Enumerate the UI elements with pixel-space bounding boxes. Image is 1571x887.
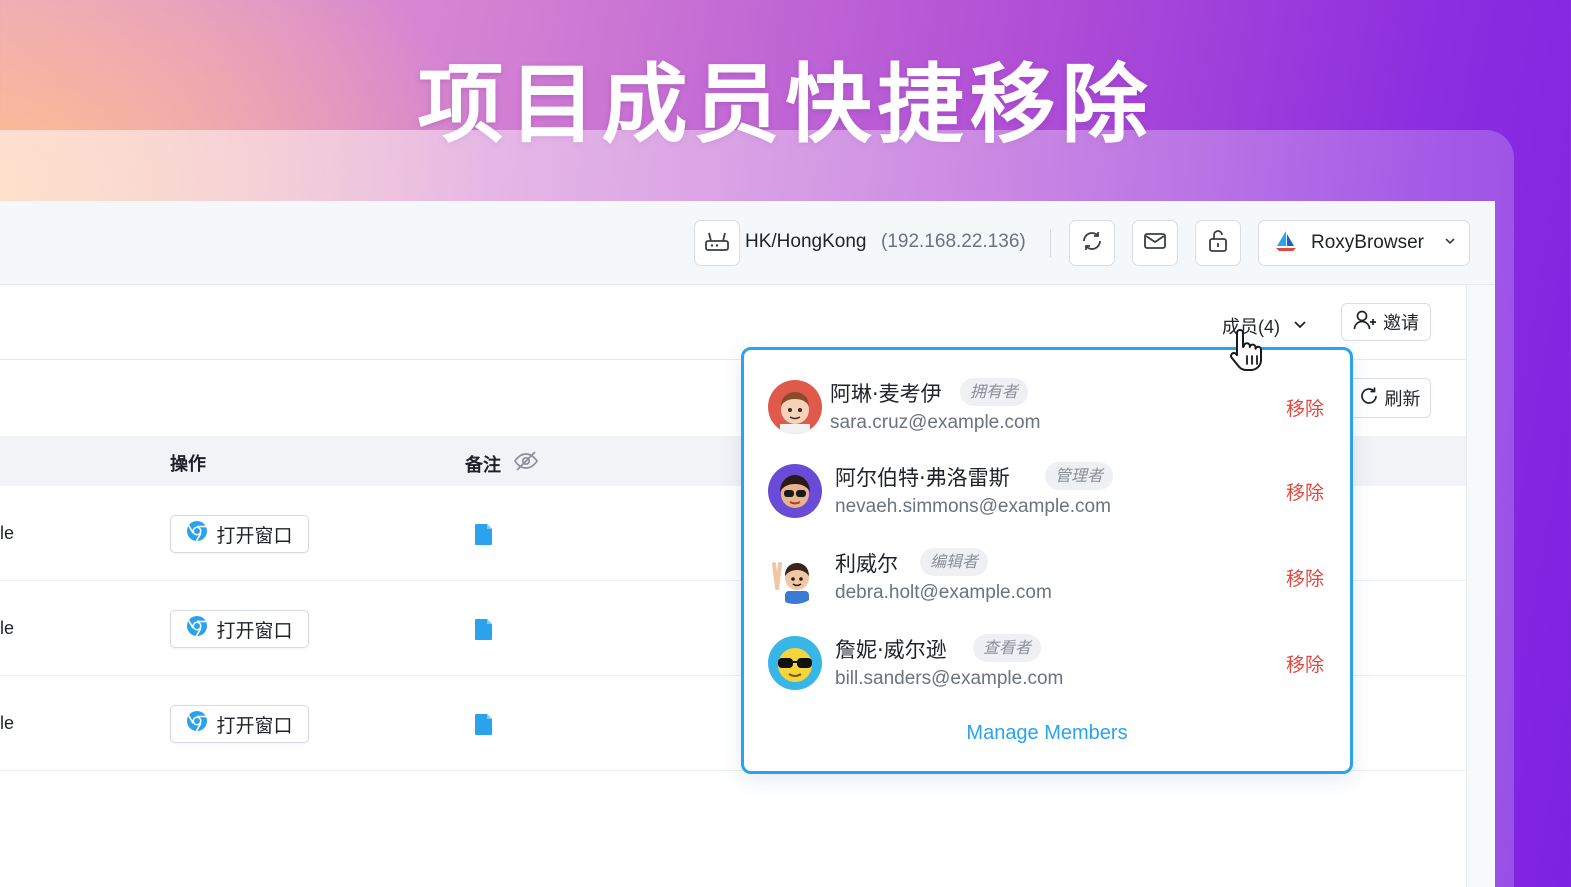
refresh-label: 刷新 (1384, 389, 1421, 409)
open-window-button[interactable]: 打开窗口 (170, 705, 309, 743)
profile-name: RoxyBrowser (1311, 232, 1424, 253)
avatar (768, 464, 822, 518)
remove-member-button[interactable]: 移除 (1286, 478, 1324, 505)
avatar (768, 636, 822, 690)
sync-icon (1080, 229, 1104, 258)
refresh-button[interactable]: 刷新 (1348, 378, 1431, 418)
sailboat-logo-icon (1273, 229, 1299, 258)
member-name: 利威尔 (835, 552, 898, 576)
remove-member-button[interactable]: 移除 (1286, 564, 1324, 591)
eye-off-icon[interactable] (513, 450, 539, 477)
role-badge: 查看者 (973, 634, 1042, 662)
manage-members-link[interactable]: Manage Members (744, 722, 1350, 745)
mail-icon (1143, 231, 1167, 256)
members-dropdown: 阿琳·麦考伊 拥有者 sara.cruz@example.com 移除 阿尔伯特… (741, 347, 1353, 774)
invite-button[interactable]: 邀请 (1341, 303, 1431, 341)
router-icon (704, 230, 730, 257)
open-window-label: 打开窗口 (216, 620, 293, 642)
add-user-icon (1353, 309, 1377, 336)
chrome-icon (186, 615, 208, 643)
chevron-down-icon (1443, 234, 1457, 253)
open-window-label: 打开窗口 (216, 525, 293, 547)
note-file-icon[interactable] (474, 522, 494, 551)
open-window-button[interactable]: 打开窗口 (170, 515, 309, 553)
member-email: bill.sanders@example.com (835, 668, 1064, 689)
invite-label: 邀请 (1383, 313, 1419, 333)
open-window-button[interactable]: 打开窗口 (170, 610, 309, 648)
member-item: 阿尔伯特·弗洛雷斯 管理者 nevaeh.simmons@example.com… (768, 460, 1326, 546)
chevron-down-icon (1292, 316, 1308, 337)
member-email: debra.holt@example.com (835, 582, 1052, 603)
proxy-ip: (192.168.22.136) (881, 231, 1026, 252)
refresh-icon (1359, 386, 1379, 411)
top-bar: HK/HongKong (192.168.22.136) RoxyBrowser (0, 201, 1495, 285)
chrome-icon (186, 520, 208, 548)
member-email: nevaeh.simmons@example.com (835, 496, 1111, 517)
row-name-fragment: le (0, 618, 15, 638)
member-name: 阿尔伯特·弗洛雷斯 (835, 466, 1010, 490)
role-badge: 拥有者 (960, 378, 1029, 406)
note-file-icon[interactable] (474, 617, 494, 646)
member-name: 阿琳·麦考伊 (830, 382, 942, 406)
remove-member-button[interactable]: 移除 (1286, 650, 1324, 677)
topbar-divider (1050, 229, 1051, 257)
avatar (768, 550, 822, 604)
role-badge: 编辑者 (920, 548, 989, 576)
role-badge: 管理者 (1045, 462, 1114, 490)
member-item: 利威尔 编辑者 debra.holt@example.com 移除 (768, 546, 1326, 632)
column-header-note-label: 备注 (465, 454, 501, 475)
member-name: 詹妮·威尔逊 (835, 638, 947, 662)
column-header-action-label: 操作 (170, 454, 206, 474)
open-window-label: 打开窗口 (216, 715, 293, 737)
proxy-router-button[interactable] (694, 220, 740, 266)
profile-select[interactable]: RoxyBrowser (1258, 220, 1470, 266)
row-name-fragment: le (0, 713, 15, 733)
avatar (768, 380, 822, 434)
remove-member-button[interactable]: 移除 (1286, 394, 1324, 421)
row-name-fragment: le (0, 523, 15, 543)
member-email: sara.cruz@example.com (830, 412, 1041, 433)
hand-cursor-icon (1228, 326, 1268, 377)
sync-button[interactable] (1069, 220, 1115, 266)
lock-button[interactable] (1195, 220, 1241, 266)
column-header-action: 操作 (170, 450, 206, 476)
member-item: 詹妮·威尔逊 查看者 bill.sanders@example.com 移除 (768, 632, 1326, 718)
note-file-icon[interactable] (474, 712, 494, 741)
column-header-note: 备注 (465, 450, 539, 477)
unlock-icon (1207, 229, 1229, 258)
member-item: 阿琳·麦考伊 拥有者 sara.cruz@example.com 移除 (768, 376, 1326, 462)
mail-button[interactable] (1132, 220, 1178, 266)
chrome-icon (186, 710, 208, 738)
proxy-location: HK/HongKong (745, 231, 867, 252)
